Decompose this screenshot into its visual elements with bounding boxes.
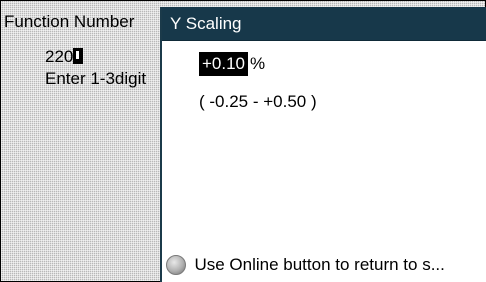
online-button-hint: Use Online button to return to s... <box>166 255 482 277</box>
scaling-value: +0.10 <box>199 52 249 76</box>
panel-title: Function Number <box>4 12 135 31</box>
function-number-input[interactable]: 220 <box>45 47 84 67</box>
dialog-title: Y Scaling <box>170 14 242 33</box>
scaling-value-field[interactable]: +0.10% <box>199 52 265 76</box>
function-number-value: 220 <box>45 47 74 66</box>
online-button-icon[interactable] <box>166 255 186 275</box>
y-scaling-dialog: Y Scaling +0.10% ( -0.25 - +0.50 ) Use O… <box>160 7 486 282</box>
dialog-titlebar: Y Scaling <box>162 7 486 41</box>
scaling-range: ( -0.25 - +0.50 ) <box>199 92 317 111</box>
function-number-hint: Enter 1-3digit <box>45 69 147 88</box>
enter-cursor-icon <box>73 48 84 64</box>
footer-text: Use Online button to return to s... <box>194 255 445 274</box>
scaling-unit: % <box>250 54 266 73</box>
